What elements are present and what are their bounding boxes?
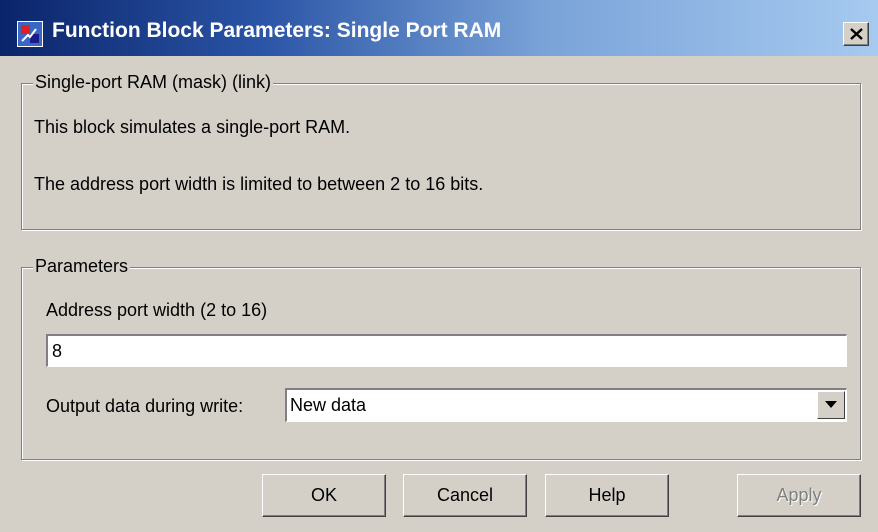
address-port-width-label: Address port width (2 to 16) xyxy=(46,300,268,320)
output-data-dropdown-button[interactable] xyxy=(817,391,845,419)
dialog-window: Function Block Parameters: Single Port R… xyxy=(0,0,878,532)
ok-button[interactable]: OK xyxy=(262,474,386,517)
simulink-block-icon xyxy=(17,21,43,47)
help-button[interactable]: Help xyxy=(545,474,669,517)
description-group xyxy=(21,83,861,230)
close-button[interactable] xyxy=(843,22,869,46)
description-line-1: This block simulates a single-port RAM. xyxy=(34,117,351,137)
description-group-legend: Single-port RAM (mask) (link) xyxy=(33,72,274,93)
parameters-group-legend: Parameters xyxy=(33,256,131,277)
window-title: Function Block Parameters: Single Port R… xyxy=(52,19,502,42)
title-bar[interactable]: Function Block Parameters: Single Port R… xyxy=(0,0,878,56)
output-data-label: Output data during write: xyxy=(46,396,244,416)
description-line-2: The address port width is limited to bet… xyxy=(34,174,484,194)
apply-button[interactable]: Apply xyxy=(737,474,861,517)
cancel-button[interactable]: Cancel xyxy=(403,474,527,517)
output-data-selected-value: New data xyxy=(290,395,367,415)
close-icon xyxy=(850,28,863,40)
chevron-down-icon xyxy=(825,401,837,408)
output-data-select[interactable]: New data xyxy=(285,388,847,422)
address-port-width-input[interactable] xyxy=(46,334,847,367)
